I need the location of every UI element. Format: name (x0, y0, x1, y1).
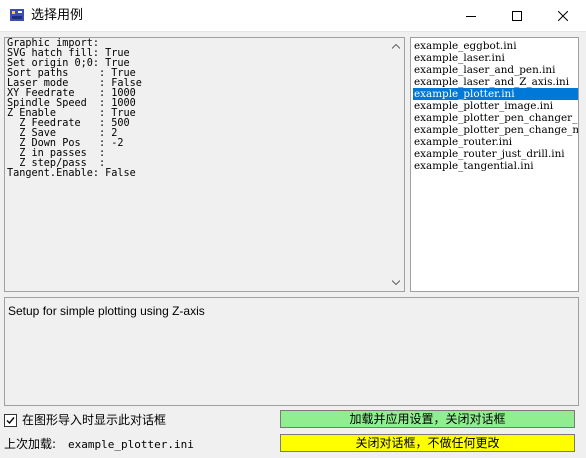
chevron-up-icon (391, 44, 400, 49)
chevron-down-icon (391, 280, 400, 285)
show-on-import-checkbox[interactable] (4, 414, 17, 427)
file-list-item[interactable]: example_plotter_pen_changer_ (413, 112, 578, 124)
file-list-item[interactable]: example_plotter.ini (413, 88, 578, 100)
description-pane: Setup for simple plotting using Z-axis (4, 297, 579, 406)
example-file-list[interactable]: example_eggbot.ini example_laser.ini examp… (410, 37, 579, 292)
minimize-button[interactable] (448, 0, 494, 31)
file-list-item[interactable]: example_laser_and_Z_axis.ini (413, 76, 578, 88)
maximize-button[interactable] (494, 0, 540, 31)
config-preview-pane[interactable]: Graphic import: SVG hatch fill: True Set… (4, 37, 405, 292)
file-list-item[interactable]: example_laser_and_pen.ini (413, 64, 578, 76)
config-text: Graphic import: SVG hatch fill: True Set… (7, 38, 142, 179)
close-no-change-button[interactable]: 关闭对话框，不做任何更改 (280, 434, 575, 452)
file-list-item[interactable]: example_eggbot.ini (413, 40, 578, 52)
file-list-item[interactable]: example_plotter_image.ini (413, 100, 578, 112)
printer-app-icon (9, 7, 25, 23)
description-text: Setup for simple plotting using Z-axis (8, 304, 205, 318)
scroll-up-button[interactable] (387, 38, 404, 55)
checkmark-icon (6, 417, 15, 425)
scroll-down-button[interactable] (387, 274, 404, 291)
close-button[interactable] (540, 0, 586, 31)
window-title: 选择用例 (31, 8, 84, 23)
minimize-icon (466, 15, 476, 17)
close-icon (558, 10, 568, 21)
title-bar: 选择用例 (0, 0, 586, 32)
file-list-item[interactable]: example_laser.ini (413, 52, 578, 64)
show-on-import-label: 在图形导入时显示此对话框 (22, 413, 167, 427)
load-apply-button[interactable]: 加载并应用设置，关闭对话框 (280, 410, 575, 428)
file-list-item[interactable]: example_tangential.ini (413, 160, 578, 172)
maximize-icon (512, 10, 522, 21)
last-load-label: 上次加载: (4, 437, 57, 451)
file-list-item[interactable]: example_router.ini (413, 136, 578, 148)
config-scrollbar[interactable] (386, 38, 404, 291)
file-list-item[interactable]: example_plotter_pen_change_m (413, 124, 578, 136)
file-list-item[interactable]: example_router_just_drill.ini (413, 148, 578, 160)
last-load-value: example_plotter.ini (68, 438, 194, 451)
